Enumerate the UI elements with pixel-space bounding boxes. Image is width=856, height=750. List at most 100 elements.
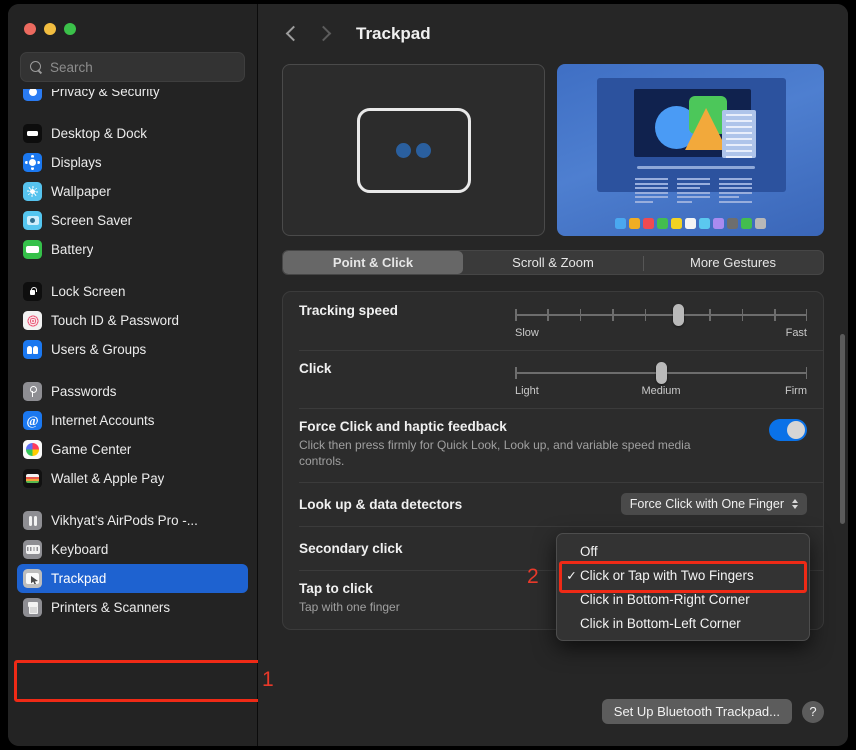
tab-point-and-click[interactable]: Point & Click [283,251,463,274]
dropdown-item-off[interactable]: Off [557,539,809,563]
sidebar-item-lock-screen[interactable]: Lock Screen [17,277,248,306]
slider-track [515,314,807,316]
sidebar-item-label: Vikhyat’s AirPods Pro -... [51,513,198,528]
forward-button[interactable] [312,21,338,47]
preview-bar [637,166,755,169]
preview-text-columns [635,178,752,205]
sidebar-list[interactable]: Privacy & Security Desktop & Dock Displa… [8,89,257,746]
secondary-click-dropdown-menu[interactable]: Off ✓ Click or Tap with Two Fingers Clic… [556,533,810,641]
footer-actions: Set Up Bluetooth Trackpad... ? [602,699,824,724]
search-box[interactable] [20,52,245,82]
privacy-icon [23,89,42,101]
sidebar-item-wallpaper[interactable]: Wallpaper [17,177,248,206]
game-center-icon [23,440,42,459]
checkmark-icon: ✓ [563,568,580,583]
finger-dot [396,143,411,158]
annotation-number-1: 1 [262,668,274,692]
dropdown-item-label: Click in Bottom-Left Corner [580,616,741,631]
row-label: Tracking speed [299,303,398,318]
row-label: Click [299,361,332,376]
slider-knob[interactable] [656,362,667,384]
preview-document [722,110,756,158]
popup-value: Force Click with One Finger [630,497,784,511]
sidebar-item-passwords[interactable]: Passwords [17,377,248,406]
row-tracking-speed: Tracking speed Slow Fast [283,292,823,350]
sidebar-divider [8,364,257,377]
slider-max-label: Firm [785,385,807,397]
printers-scanners-icon [23,598,42,617]
trackpad-outline-icon [357,108,471,193]
search-container [8,52,257,90]
row-label: Force Click and haptic feedback [299,419,719,434]
slider-min-label: Slow [515,327,539,339]
title-bar [8,4,257,52]
sidebar-item-label: Displays [51,155,102,170]
sidebar-item-label: Wallet & Apple Pay [51,471,164,486]
search-icon [30,61,43,74]
dropdown-item-click-in-bottom-left-corner[interactable]: Click in Bottom-Left Corner [557,611,809,635]
sidebar-item-users-groups[interactable]: Users & Groups [17,335,248,364]
battery-icon [23,240,42,259]
sidebar-item-privacy-security[interactable]: Privacy & Security [17,89,248,106]
dropdown-item-click-in-bottom-right-corner[interactable]: Click in Bottom-Right Corner [557,587,809,611]
sidebar-item-label: Wallpaper [51,184,111,199]
page-title: Trackpad [356,24,431,44]
sidebar-item-wallet[interactable]: Wallet & Apple Pay [17,464,248,493]
row-label: Tap to click [299,581,400,596]
force-click-toggle[interactable] [769,419,807,441]
sidebar-item-label: Passwords [51,384,117,399]
sidebar-item-trackpad[interactable]: Trackpad [17,564,248,593]
look-up-popup-button[interactable]: Force Click with One Finger [621,493,807,515]
annotation-number-2: 2 [527,565,539,589]
tab-bar[interactable]: Point & Click Scroll & Zoom More Gesture… [282,250,824,275]
finger-dot [416,143,431,158]
chevron-updown-icon [791,497,800,511]
dropdown-item-click-or-tap-with-two-fingers[interactable]: ✓ Click or Tap with Two Fingers [557,563,809,587]
row-label: Look up & data detectors [299,497,462,512]
sidebar-item-label: Keyboard [51,542,108,557]
minimize-button[interactable] [44,23,56,35]
navigation-bar: Trackpad [258,4,848,64]
wallet-icon [23,469,42,488]
passwords-icon [23,382,42,401]
sidebar-divider [8,493,257,506]
content-scrollbar[interactable] [840,334,845,524]
keyboard-icon [23,540,42,559]
sidebar-divider [8,106,257,119]
preview-screen [597,78,786,192]
displays-icon [23,153,42,172]
screen-saver-icon [23,211,42,230]
set-up-bluetooth-trackpad-button[interactable]: Set Up Bluetooth Trackpad... [602,699,792,724]
tracking-speed-slider[interactable]: Slow Fast [515,303,807,339]
sidebar-item-internet-accounts[interactable]: @ Internet Accounts [17,406,248,435]
sidebar-item-displays[interactable]: Displays [17,148,248,177]
click-slider[interactable]: Light Medium Firm [515,361,807,397]
search-input[interactable] [50,60,235,75]
slider-knob[interactable] [673,304,684,326]
close-button[interactable] [24,23,36,35]
preview-dock [557,218,824,229]
help-button[interactable]: ? [802,701,824,723]
sidebar-item-printers-scanners[interactable]: Printers & Scanners [17,593,248,622]
tab-scroll-and-zoom[interactable]: Scroll & Zoom [463,251,643,274]
dropdown-item-label: Click in Bottom-Right Corner [580,592,750,607]
sidebar-item-battery[interactable]: Battery [17,235,248,264]
row-label: Secondary click [299,541,403,556]
sidebar-item-keyboard[interactable]: Keyboard [17,535,248,564]
sidebar-item-label: Trackpad [51,571,106,586]
sidebar-item-game-center[interactable]: Game Center [17,435,248,464]
sidebar-item-airpods[interactable]: Vikhyat’s AirPods Pro -... [17,506,248,535]
row-click: Click Light Medium Firm [283,350,823,408]
sidebar-item-label: Privacy & Security [51,89,160,99]
sidebar-item-label: Internet Accounts [51,413,154,428]
row-look-up: Look up & data detectors Force Click wit… [283,482,823,526]
back-button[interactable] [280,21,306,47]
traffic-lights [24,23,76,35]
sidebar-item-touch-id[interactable]: Touch ID & Password [17,306,248,335]
tab-more-gestures[interactable]: More Gestures [643,251,823,274]
sidebar-item-desktop-dock[interactable]: Desktop & Dock [17,119,248,148]
sidebar-item-label: Users & Groups [51,342,146,357]
sidebar-item-label: Battery [51,242,93,257]
zoom-button[interactable] [64,23,76,35]
sidebar-item-screen-saver[interactable]: Screen Saver [17,206,248,235]
